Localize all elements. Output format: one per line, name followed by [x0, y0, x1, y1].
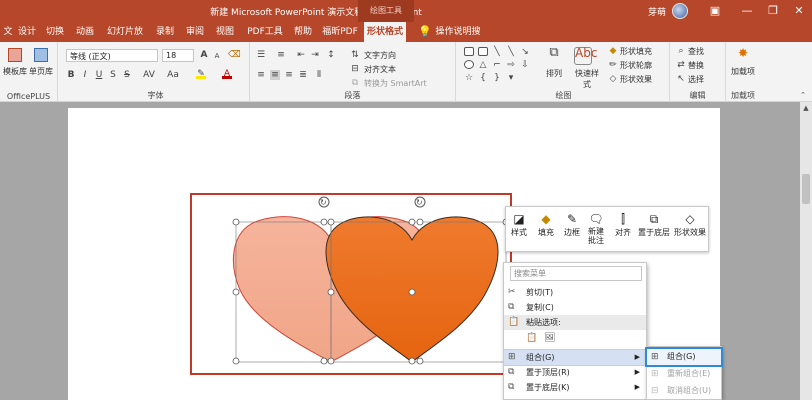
group-submenu: ⊞ 组合(G) ⊞ 重新组合(E) ⊟ 取消组合(U) — [645, 346, 723, 400]
menu-item-bring-to-front[interactable]: ⧉ 置于顶层(R) ▶ — [504, 365, 646, 380]
ungroup-icon: ⊟ — [651, 386, 659, 396]
menu-item-paste-options: 📋 粘贴选项: — [504, 315, 646, 330]
rotate-handle-right[interactable]: ↻ — [414, 196, 426, 208]
mini-new-comment-button[interactable]: 🗨 新建批注 — [584, 211, 608, 245]
bring-front-icon: ⧉ — [508, 367, 515, 377]
submenu-arrow-icon: ▶ — [634, 368, 640, 376]
group-icon: ⊞ — [651, 352, 659, 362]
context-menu: 搜索菜单 ✂ 剪切(T) ⧉ 复制(C) 📋 粘贴选项: 📋 🖼 ⊞ 组合(G) ▶ ⧉ 置… — [503, 262, 647, 400]
menu-item-send-to-back[interactable]: ⧉ 置于底层(K) ▶ — [504, 380, 646, 395]
mini-fill-button[interactable]: ◆ 填充 — [534, 211, 558, 238]
style-icon: ◪ — [513, 212, 525, 226]
submenu-arrow-icon: ▶ — [634, 353, 640, 361]
scissors-icon: ✂ — [508, 287, 516, 297]
submenu-item-regroup[interactable]: ⊞ 重新组合(E) — [647, 366, 721, 382]
send-back-icon: ⧉ — [649, 212, 659, 226]
mini-send-to-back-button[interactable]: ⧉ 置于底层 — [636, 211, 672, 238]
menu-item-copy[interactable]: ⧉ 复制(C) — [504, 300, 646, 315]
align-icon: ⫿ — [621, 212, 625, 226]
submenu-item-ungroup[interactable]: ⊟ 取消组合(U) — [647, 383, 721, 399]
fill-bucket-icon: ◆ — [541, 212, 551, 226]
submenu-item-group[interactable]: ⊞ 组合(G) — [645, 347, 723, 367]
clipboard-icon: 📋 — [508, 317, 520, 327]
paste-keep-icon[interactable]: 📋 — [526, 333, 537, 344]
border-pen-icon: ✎ — [566, 212, 578, 226]
mini-toolbar: ◪ 样式 ◆ 填充 ✎ 边框 🗨 新建批注 ⫿ 对齐 ⧉ 置于底层 ◇ 形状效果 — [505, 206, 709, 252]
send-back-icon: ⧉ — [508, 382, 515, 392]
submenu-arrow-icon: ▶ — [634, 383, 640, 391]
regroup-icon: ⊞ — [651, 369, 659, 379]
menu-item-cut[interactable]: ✂ 剪切(T) — [504, 285, 646, 300]
svg-text:↻: ↻ — [320, 198, 327, 207]
copy-icon: ⧉ — [508, 302, 515, 312]
group-icon: ⊞ — [508, 352, 516, 362]
mini-align-button[interactable]: ⫿ 对齐 — [612, 211, 634, 238]
menu-search-input[interactable]: 搜索菜单 — [510, 266, 642, 281]
svg-text:↻: ↻ — [416, 198, 423, 207]
rotate-handle-left[interactable]: ↻ — [318, 196, 330, 208]
paste-options-row: 📋 🖼 — [504, 330, 646, 348]
mini-border-button[interactable]: ✎ 边框 — [560, 211, 584, 238]
shapes-layer: ↻ ↻ — [190, 193, 512, 375]
comment-icon: 🗨 — [588, 212, 604, 226]
mini-shape-effects-button[interactable]: ◇ 形状效果 — [672, 211, 708, 238]
menu-item-group[interactable]: ⊞ 组合(G) ▶ — [503, 349, 647, 366]
paste-picture-icon[interactable]: 🖼 — [544, 333, 555, 344]
effects-icon: ◇ — [685, 212, 695, 226]
mini-style-button[interactable]: ◪ 样式 — [508, 211, 530, 238]
